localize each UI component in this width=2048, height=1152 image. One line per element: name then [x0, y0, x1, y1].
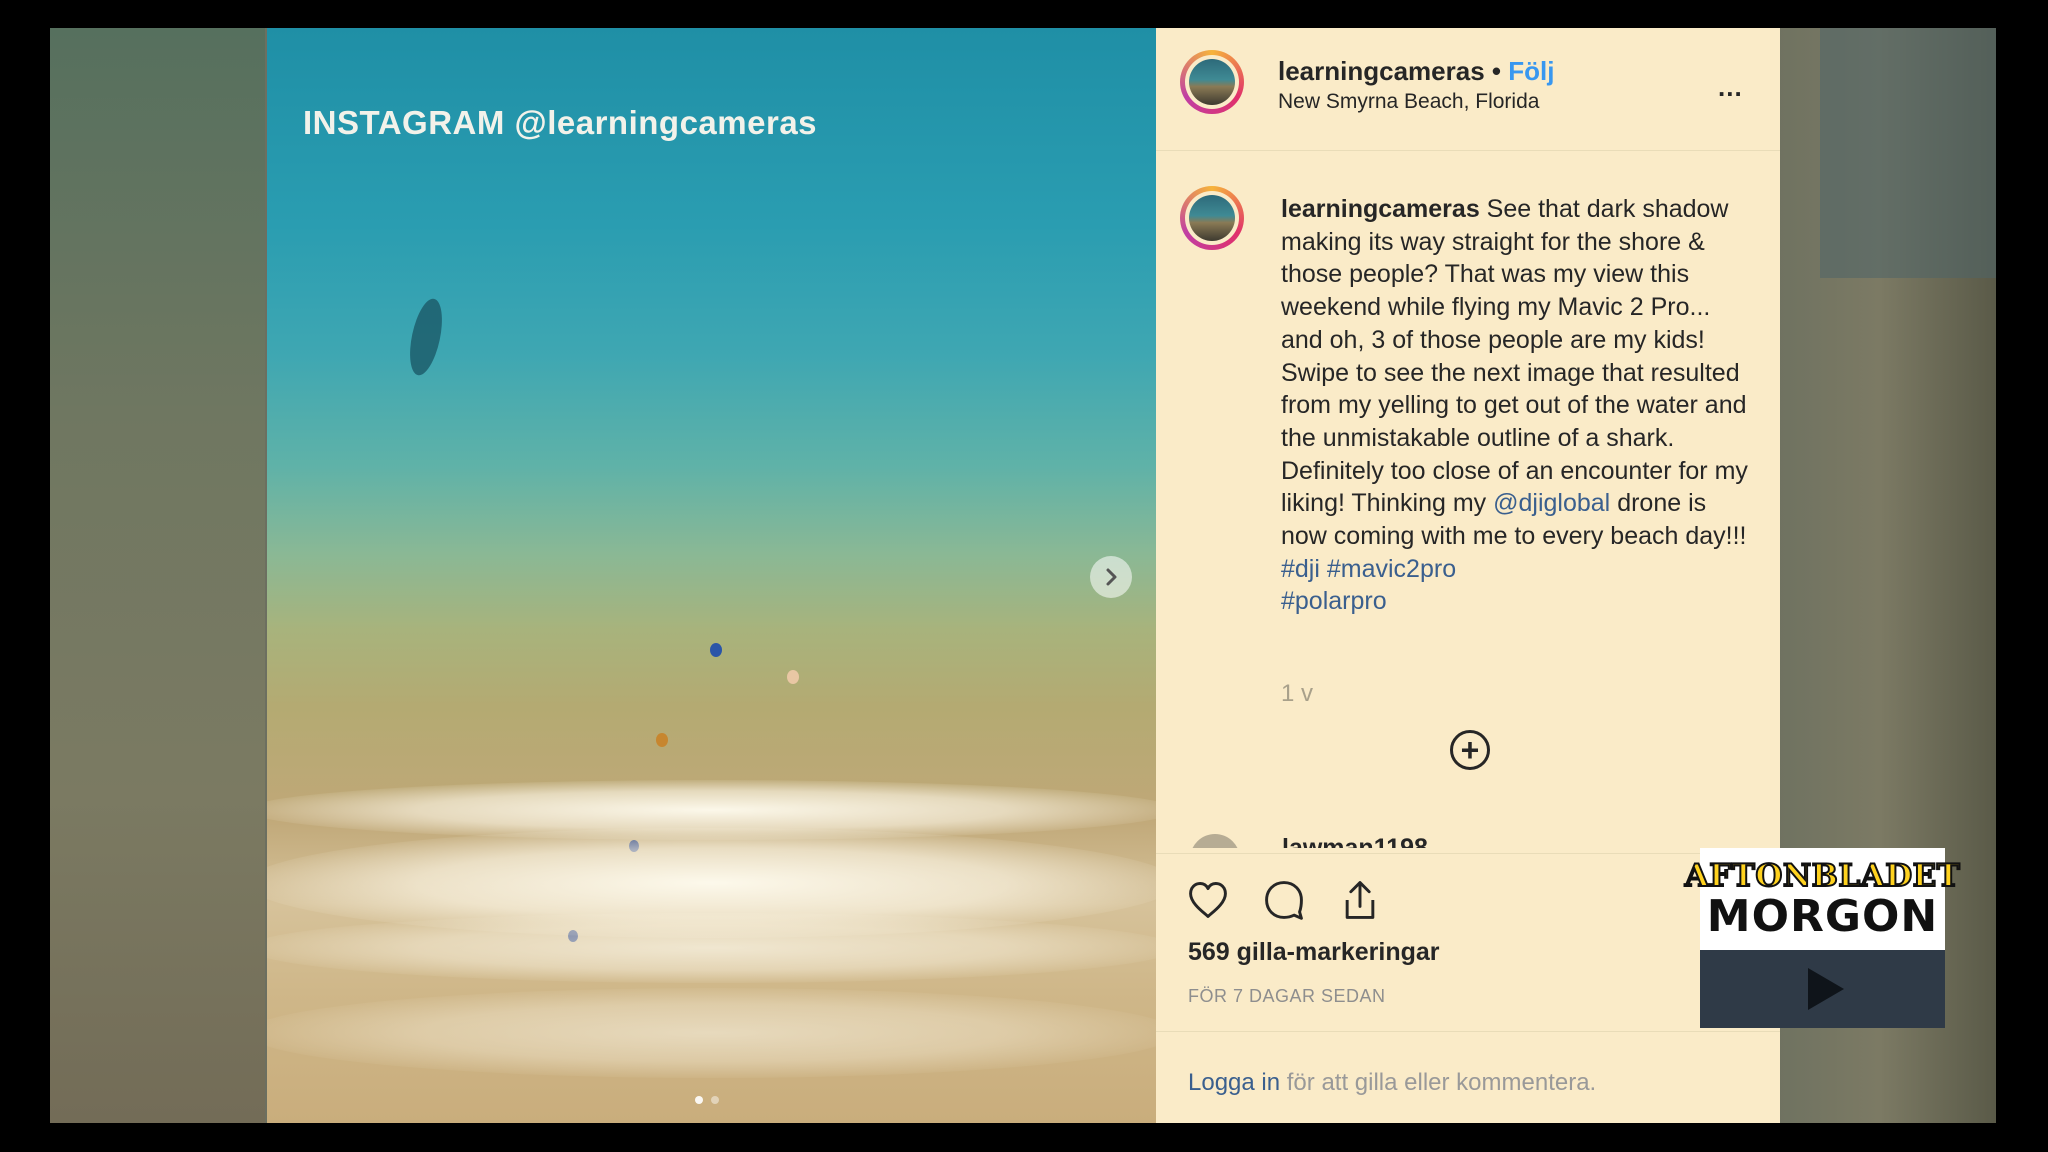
aftonbladet-morgon-badge[interactable]: AFTONBLADET MORGON: [1684, 848, 1961, 1028]
action-icons: [1186, 878, 1382, 922]
swimmer: [710, 643, 722, 657]
mention-link[interactable]: @djiglobal: [1493, 489, 1610, 517]
share-icon[interactable]: [1338, 878, 1382, 922]
follow-button[interactable]: Följ: [1508, 56, 1554, 86]
post-panel: learningcameras • Följ New Smyrna Beach,…: [1156, 28, 1780, 1123]
next-image-button[interactable]: [1090, 556, 1132, 598]
caption-space: [1320, 555, 1327, 583]
post-header: learningcameras • Följ New Smyrna Beach,…: [1156, 28, 1780, 151]
carousel-dot: [711, 1096, 719, 1104]
caption-username[interactable]: learningcameras: [1281, 195, 1480, 223]
shark-shadow: [404, 295, 448, 379]
blurred-background-left: [50, 28, 265, 1123]
logo-line-1: AFTONBLADET: [1684, 857, 1961, 895]
hashtag-link[interactable]: #dji: [1281, 555, 1320, 583]
comment-username[interactable]: lawman1198: [1282, 834, 1428, 848]
avatar: [1190, 834, 1240, 848]
swimmer: [787, 670, 799, 684]
header-title-line: learningcameras • Följ: [1278, 56, 1554, 87]
swimmer: [656, 733, 668, 747]
hashtag-link[interactable]: #polarpro: [1281, 587, 1387, 615]
caption-text: See that dark shadow making its way stra…: [1281, 195, 1748, 518]
post-photo[interactable]: INSTAGRAM @learningcameras: [267, 28, 1156, 1123]
photo-watermark: INSTAGRAM @learningcameras: [303, 104, 818, 141]
plus-icon: +: [1460, 732, 1480, 768]
chevron-right-icon: [1106, 568, 1117, 586]
header-username[interactable]: learningcameras: [1278, 56, 1485, 86]
post-age: 1 v: [1281, 680, 1314, 707]
hashtag-link[interactable]: #mavic2pro: [1327, 555, 1456, 583]
login-prompt-text: för att gilla eller kommentera.: [1280, 1069, 1597, 1096]
login-prompt: Logga in för att gilla eller kommentera.: [1188, 1069, 1596, 1097]
play-bar[interactable]: [1700, 950, 1945, 1028]
login-link[interactable]: Logga in: [1188, 1069, 1280, 1096]
post-location[interactable]: New Smyrna Beach, Florida: [1278, 90, 1539, 114]
logo-line-2: MORGON: [1706, 891, 1939, 942]
load-more-comments-button[interactable]: +: [1450, 730, 1490, 770]
carousel-dot-active: [695, 1096, 703, 1104]
heart-icon[interactable]: [1186, 878, 1230, 922]
aftonbladet-logo: AFTONBLADET MORGON: [1684, 848, 1961, 950]
separator-dot: •: [1491, 56, 1502, 86]
comment-item: lawman1198: [1190, 834, 1750, 848]
wave-foam: [267, 988, 1156, 1078]
likes-count[interactable]: 569 gilla-markeringar: [1188, 938, 1440, 967]
login-divider: [1156, 1031, 1780, 1032]
post-timestamp: FÖR 7 DAGAR SEDAN: [1188, 986, 1386, 1006]
post-caption: learningcameras See that dark shadow mak…: [1281, 193, 1751, 618]
play-icon[interactable]: [1808, 968, 1844, 1010]
carousel-dots: [695, 1096, 719, 1104]
avatar[interactable]: [1180, 50, 1244, 114]
more-options-icon[interactable]: ...: [1718, 72, 1743, 103]
actions-divider: [1156, 853, 1780, 855]
comment-icon[interactable]: [1262, 878, 1306, 922]
caption-avatar[interactable]: [1180, 186, 1244, 250]
wave-foam: [267, 913, 1156, 983]
blurred-background-right: [1820, 28, 1996, 278]
